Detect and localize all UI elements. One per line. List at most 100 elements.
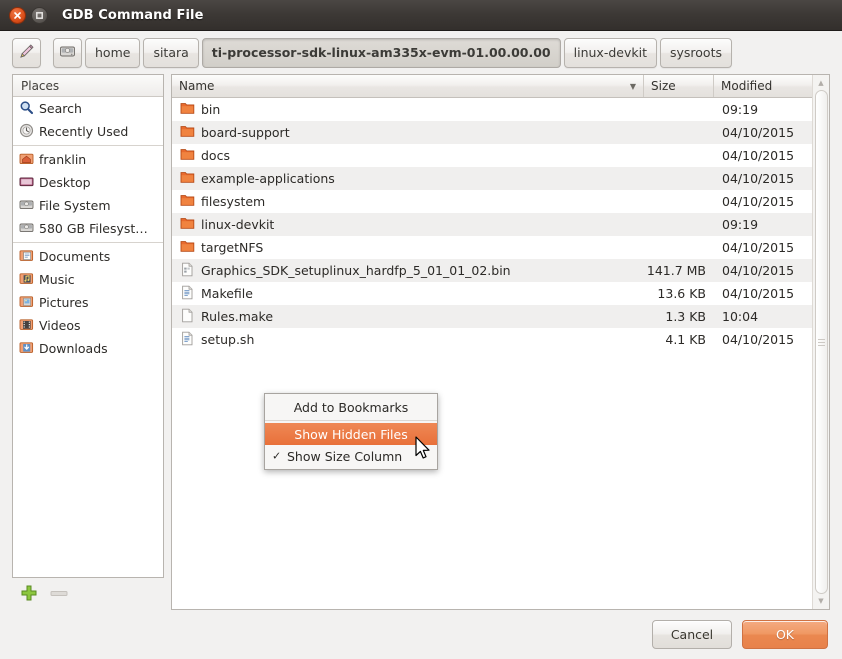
file-modified-label: 04/10/2015 <box>722 263 794 278</box>
cell-size <box>644 236 714 259</box>
file-list-vertical-scrollbar[interactable]: ▲ ▼ <box>812 75 829 609</box>
checkmark-icon: ✓ <box>272 450 281 463</box>
path-toolbar: home sitara ti-processor-sdk-linux-am335… <box>0 31 842 74</box>
sidebar-item-desktop[interactable]: Desktop <box>13 171 163 194</box>
close-icon[interactable] <box>9 7 26 24</box>
file-modified-label: 09:19 <box>722 102 758 117</box>
file-name-label: Graphics_SDK_setuplinux_hardfp_5_01_01_0… <box>201 263 511 278</box>
sidebar-item-pictures[interactable]: Pictures <box>13 291 163 314</box>
ok-button-label: OK <box>776 627 794 642</box>
file-list-rows: bin09:19board-support04/10/2015docs04/10… <box>172 98 812 609</box>
sidebar-item-label: Downloads <box>39 341 108 356</box>
file-size-label: 141.7 MB <box>647 263 706 278</box>
cancel-button[interactable]: Cancel <box>652 620 732 649</box>
sidebar-item-label: Music <box>39 272 75 287</box>
file-size-label: 13.6 KB <box>657 286 706 301</box>
cell-modified: 09:19 <box>714 98 812 121</box>
table-row[interactable]: filesystem 04/10/2015 <box>172 190 812 213</box>
menu-item-label: Show Size Column <box>287 449 402 464</box>
sidebar-item-videos[interactable]: Videos <box>13 314 163 337</box>
file-name-label: docs <box>201 148 230 163</box>
places-sidebar: Places Search Recently Used <box>12 74 164 578</box>
table-row[interactable]: setup.sh 4.1 KB 04/10/2015 <box>172 328 812 351</box>
cell-name: filesystem <box>172 190 644 213</box>
table-row[interactable]: bin09:19 <box>172 98 812 121</box>
breadcrumb-current[interactable]: ti-processor-sdk-linux-am335x-evm-01.00.… <box>202 38 561 68</box>
file-name-label: Makefile <box>201 286 253 301</box>
menu-item-show-hidden-files[interactable]: Show Hidden Files <box>265 423 437 445</box>
menu-item-show-size-column[interactable]: ✓ Show Size Column <box>265 445 437 467</box>
breadcrumb-label: sitara <box>153 45 188 60</box>
table-row[interactable]: Rules.make1.3 KB10:04 <box>172 305 812 328</box>
folder-icon <box>180 193 195 210</box>
sidebar-footer <box>12 578 164 610</box>
table-row[interactable]: linux-devkit 09:19 <box>172 213 812 236</box>
cell-modified: 04/10/2015 <box>714 190 812 213</box>
pictures-folder-icon <box>19 294 34 312</box>
scroll-up-icon[interactable]: ▲ <box>818 77 823 89</box>
filesystem-root-button[interactable] <box>53 38 82 68</box>
menu-item-label: Show Hidden Files <box>294 427 407 442</box>
file-modified-label: 09:19 <box>722 217 758 232</box>
type-filename-toggle-button[interactable] <box>12 38 41 68</box>
file-name-label: targetNFS <box>201 240 263 255</box>
scrollbar-thumb[interactable] <box>815 90 828 594</box>
scroll-down-icon[interactable]: ▼ <box>818 595 823 607</box>
maximize-icon[interactable] <box>31 7 48 24</box>
breadcrumb-sysroots[interactable]: sysroots <box>660 38 732 68</box>
cell-modified: 04/10/2015 <box>714 167 812 190</box>
cell-name: Makefile <box>172 282 644 305</box>
table-row[interactable]: Graphics_SDK_setuplinux_hardfp_5_01_01_0… <box>172 259 812 282</box>
sidebar-divider <box>13 145 163 146</box>
folder-icon <box>180 239 195 256</box>
file-name-label: linux-devkit <box>201 217 274 232</box>
cell-modified: 04/10/2015 <box>714 144 812 167</box>
hard-drive-icon <box>19 220 34 238</box>
cell-size <box>644 190 714 213</box>
file-modified-label: 04/10/2015 <box>722 286 794 301</box>
cell-name: setup.sh <box>172 328 644 351</box>
column-header-name[interactable]: Name ▼ <box>172 75 644 97</box>
table-row[interactable]: example-applications04/10/2015 <box>172 167 812 190</box>
cancel-button-label: Cancel <box>671 627 713 642</box>
cell-name: Graphics_SDK_setuplinux_hardfp_5_01_01_0… <box>172 259 644 282</box>
column-header-size[interactable]: Size <box>644 75 714 97</box>
sidebar-item-music[interactable]: Music <box>13 268 163 291</box>
desktop-icon <box>19 174 34 192</box>
file-size-label: 4.1 KB <box>665 332 706 347</box>
sidebar-item-580gb-filesystem[interactable]: 580 GB Filesyst… <box>13 217 163 240</box>
file-modified-label: 04/10/2015 <box>722 332 794 347</box>
cell-name: board-support <box>172 121 644 144</box>
scrollbar-track[interactable] <box>815 89 828 595</box>
search-icon <box>19 100 34 118</box>
file-name-label: setup.sh <box>201 332 254 347</box>
file-size-label: 1.3 KB <box>665 309 706 324</box>
cell-modified: 04/10/2015 <box>714 236 812 259</box>
sidebar-item-file-system[interactable]: File System <box>13 194 163 217</box>
table-row[interactable]: docs 04/10/2015 <box>172 144 812 167</box>
ok-button[interactable]: OK <box>742 620 828 649</box>
sidebar-item-documents[interactable]: Documents <box>13 245 163 268</box>
file-modified-label: 04/10/2015 <box>722 240 794 255</box>
table-row[interactable]: Makefile 13.6 KB 04/10/2015 <box>172 282 812 305</box>
sidebar-item-search[interactable]: Search <box>13 97 163 120</box>
breadcrumb-linux-devkit[interactable]: linux-devkit <box>564 38 657 68</box>
menu-item-add-to-bookmarks[interactable]: Add to Bookmarks <box>265 396 437 418</box>
folder-icon <box>180 170 195 187</box>
cell-size: 4.1 KB <box>644 328 714 351</box>
sidebar-item-label: File System <box>39 198 111 213</box>
add-bookmark-button[interactable] <box>18 583 40 605</box>
sidebar-item-recently-used[interactable]: Recently Used <box>13 120 163 143</box>
dialog-footer: Cancel OK <box>0 610 842 659</box>
table-row[interactable]: targetNFS 04/10/2015 <box>172 236 812 259</box>
videos-folder-icon <box>19 317 34 335</box>
table-row[interactable]: board-support04/10/2015 <box>172 121 812 144</box>
breadcrumb-sitara[interactable]: sitara <box>143 38 198 68</box>
column-header-name-label: Name <box>179 79 214 93</box>
sidebar-item-downloads[interactable]: Downloads <box>13 337 163 360</box>
column-header-modified[interactable]: Modified <box>714 75 812 97</box>
sidebar-divider <box>13 242 163 243</box>
sidebar-item-franklin[interactable]: franklin <box>13 148 163 171</box>
breadcrumb-home[interactable]: home <box>85 38 140 68</box>
cell-size <box>644 213 714 236</box>
